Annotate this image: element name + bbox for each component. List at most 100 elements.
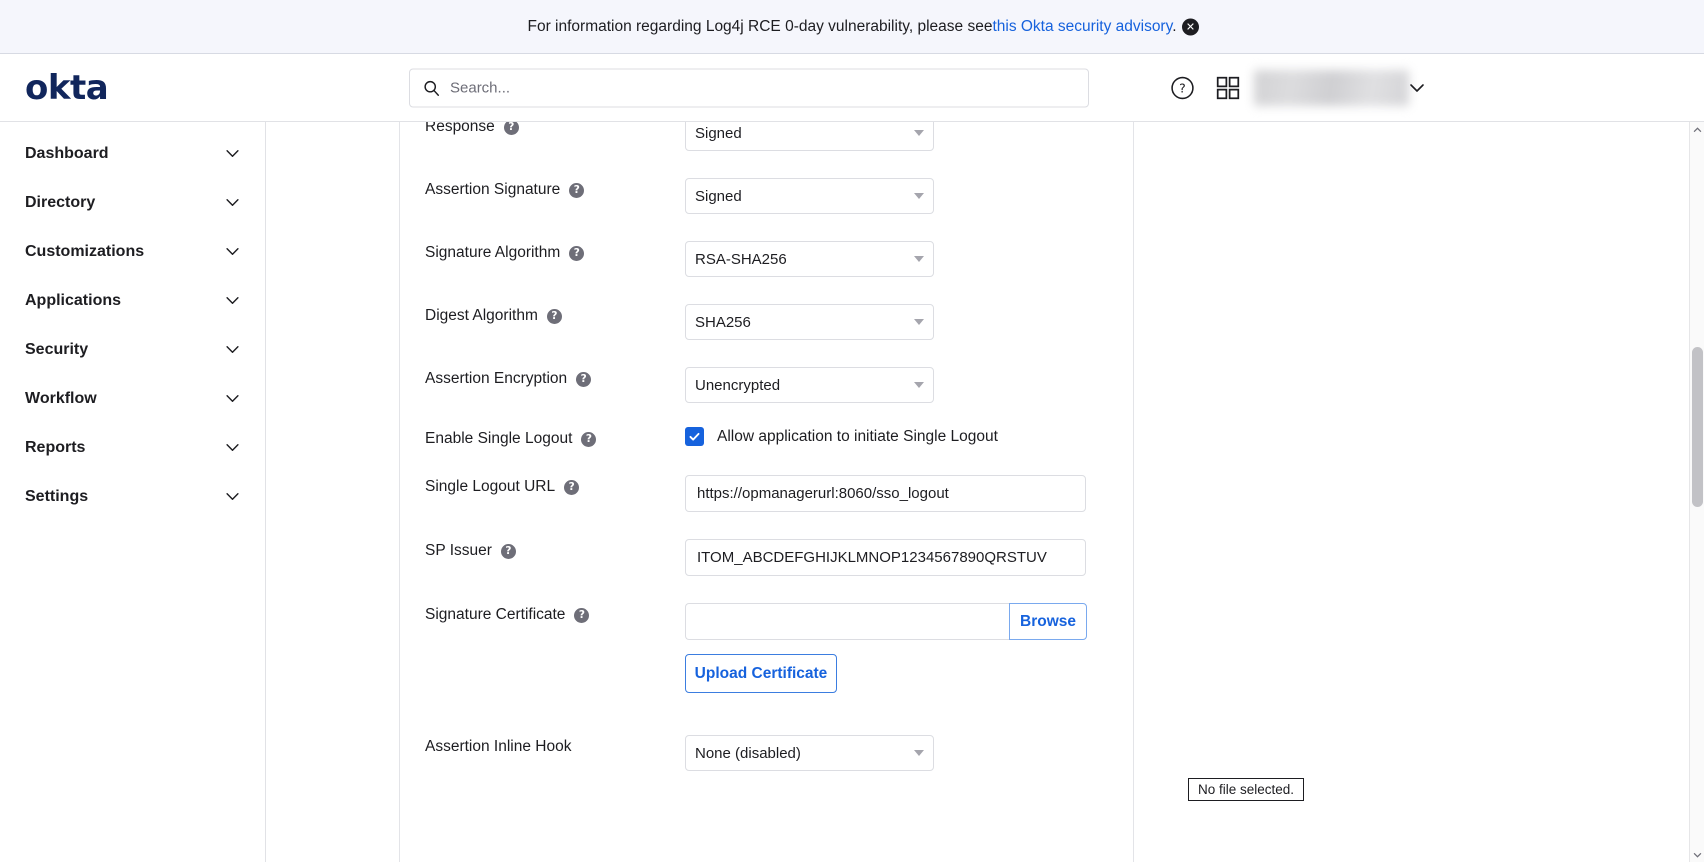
help-icon[interactable]: ? — [1170, 75, 1195, 100]
scroll-up-arrow-icon[interactable] — [1690, 122, 1704, 137]
label-text: Enable Single Logout — [425, 430, 572, 448]
chevron-down-icon[interactable] — [1409, 83, 1425, 93]
sidebar-item-dashboard[interactable]: Dashboard — [0, 129, 265, 178]
single-logout-url-input[interactable] — [685, 475, 1086, 512]
banner-text-before: For information regarding Log4j RCE 0-da… — [527, 18, 992, 35]
enable-single-logout-label: Allow application to initiate Single Log… — [717, 428, 998, 446]
check-icon — [688, 430, 701, 443]
sidebar-item-label: Security — [25, 341, 88, 359]
security-banner: For information regarding Log4j RCE 0-da… — [0, 0, 1704, 54]
field-control-signature-certificate: Browse Upload Certificate — [685, 603, 1135, 693]
banner-text-after: . — [1172, 18, 1176, 35]
user-name-redacted — [1254, 70, 1409, 106]
field-control-signature-algorithm: RSA-SHA256 — [685, 241, 1135, 277]
label-text: Single Logout URL — [425, 478, 555, 496]
banner-text: For information regarding Log4j RCE 0-da… — [527, 18, 1176, 36]
chevron-down-icon — [225, 492, 240, 501]
sidebar-item-customizations[interactable]: Customizations — [0, 227, 265, 276]
sidebar-item-applications[interactable]: Applications — [0, 276, 265, 325]
sidebar-item-label: Settings — [25, 488, 88, 506]
label-text: Signature Certificate — [425, 606, 565, 624]
main-content: Response ? Signed Assertion Signature ? — [266, 122, 1552, 862]
sidebar-item-workflow[interactable]: Workflow — [0, 374, 265, 423]
sidebar-item-directory[interactable]: Directory — [0, 178, 265, 227]
scroll-down-arrow-icon[interactable] — [1690, 847, 1704, 862]
chevron-up-icon — [1693, 127, 1702, 133]
field-label-signature-algorithm: Signature Algorithm ? — [400, 241, 685, 262]
help-icon[interactable]: ? — [504, 122, 519, 135]
no-file-selected-tooltip: No file selected. — [1188, 778, 1304, 801]
sp-issuer-input[interactable] — [685, 539, 1086, 576]
sidebar-item-security[interactable]: Security — [0, 325, 265, 374]
field-row-single-logout-url: Single Logout URL ? — [400, 475, 1135, 512]
sidebar-item-label: Workflow — [25, 390, 97, 408]
field-row-signature-algorithm: Signature Algorithm ? RSA-SHA256 — [400, 241, 1135, 277]
chevron-down-icon — [225, 247, 240, 256]
sidebar-item-settings[interactable]: Settings — [0, 472, 265, 521]
chevron-down-icon — [225, 443, 240, 452]
help-icon[interactable]: ? — [576, 372, 591, 387]
field-row-sp-issuer: SP Issuer ? — [400, 539, 1135, 576]
field-label-assertion-encryption: Assertion Encryption ? — [400, 367, 685, 388]
field-label-single-logout-url: Single Logout URL ? — [400, 475, 685, 496]
scrollbar-thumb[interactable] — [1692, 347, 1703, 507]
response-select[interactable]: Signed — [685, 122, 934, 151]
chevron-down-icon — [225, 149, 240, 158]
field-label-enable-single-logout: Enable Single Logout ? — [400, 427, 685, 448]
help-icon[interactable]: ? — [547, 309, 562, 324]
browse-button[interactable]: Browse — [1009, 603, 1087, 640]
digest-algorithm-select[interactable]: SHA256 — [685, 304, 934, 340]
field-label-sp-issuer: SP Issuer ? — [400, 539, 685, 560]
field-control-assertion-inline-hook: None (disabled) — [685, 735, 1135, 771]
field-row-assertion-encryption: Assertion Encryption ? Unencrypted — [400, 367, 1135, 403]
close-icon[interactable]: ✕ — [1182, 18, 1199, 35]
label-text: SP Issuer — [425, 542, 492, 560]
help-icon[interactable]: ? — [581, 432, 596, 447]
banner-advisory-link[interactable]: this Okta security advisory — [992, 18, 1172, 35]
sidebar-item-label: Directory — [25, 194, 95, 212]
sidebar-item-label: Applications — [25, 292, 121, 310]
okta-logo[interactable]: okta — [25, 68, 108, 108]
upload-certificate-button[interactable]: Upload Certificate — [685, 654, 837, 693]
help-icon[interactable]: ? — [501, 544, 516, 559]
sidebar-item-reports[interactable]: Reports — [0, 423, 265, 472]
chevron-down-icon — [1693, 852, 1702, 858]
vertical-scrollbar[interactable] — [1689, 122, 1704, 862]
sidebar-item-label: Customizations — [25, 243, 144, 261]
field-row-signature-certificate: Signature Certificate ? Browse Upload Ce… — [400, 603, 1135, 693]
chevron-down-icon — [225, 345, 240, 354]
search-input[interactable]: Search... — [409, 68, 1089, 107]
label-text: Assertion Signature — [425, 181, 560, 199]
label-text: Digest Algorithm — [425, 307, 538, 325]
field-control-sp-issuer — [685, 539, 1135, 576]
saml-settings-form: Response ? Signed Assertion Signature ? — [399, 122, 1134, 862]
help-icon[interactable]: ? — [569, 246, 584, 261]
field-label-assertion-inline-hook: Assertion Inline Hook — [400, 735, 685, 756]
field-control-assertion-encryption: Unencrypted — [685, 367, 1135, 403]
search-placeholder: Search... — [450, 79, 510, 96]
signature-algorithm-select[interactable]: RSA-SHA256 — [685, 241, 934, 277]
certificate-file-input[interactable] — [685, 603, 1009, 640]
assertion-signature-select[interactable]: Signed — [685, 178, 934, 214]
field-row-enable-single-logout: Enable Single Logout ? Allow application… — [400, 427, 1135, 448]
app-header: okta Search... ? — [0, 54, 1704, 122]
field-label-signature-certificate: Signature Certificate ? — [400, 603, 685, 624]
chevron-down-icon — [225, 394, 240, 403]
help-icon[interactable]: ? — [569, 183, 584, 198]
field-control-enable-single-logout: Allow application to initiate Single Log… — [685, 427, 1135, 446]
chevron-down-icon — [225, 198, 240, 207]
assertion-inline-hook-select[interactable]: None (disabled) — [685, 735, 934, 771]
help-icon[interactable]: ? — [564, 480, 579, 495]
label-text: Assertion Encryption — [425, 370, 567, 388]
assertion-encryption-select[interactable]: Unencrypted — [685, 367, 934, 403]
help-icon[interactable]: ? — [574, 608, 589, 623]
search-icon — [423, 79, 440, 96]
field-row-assertion-signature: Assertion Signature ? Signed — [400, 178, 1135, 214]
field-label-assertion-signature: Assertion Signature ? — [400, 178, 685, 199]
field-label-digest-algorithm: Digest Algorithm ? — [400, 304, 685, 325]
field-control-response: Signed — [685, 122, 1135, 151]
app-grid-icon[interactable] — [1215, 75, 1241, 101]
sidebar-item-label: Dashboard — [25, 145, 109, 163]
enable-single-logout-checkbox[interactable] — [685, 427, 704, 446]
svg-text:?: ? — [1179, 80, 1186, 95]
